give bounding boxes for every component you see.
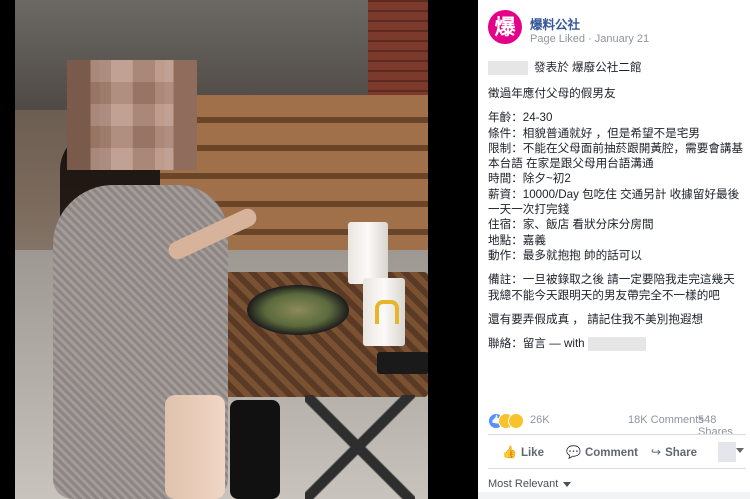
redacted-tag <box>587 337 646 352</box>
comment-button[interactable]: 💬 Comment <box>566 445 638 459</box>
comment-label: Comment <box>584 447 638 459</box>
like-label: Like <box>520 447 544 459</box>
divider <box>488 468 746 469</box>
comment-count[interactable]: 18K Comments <box>628 414 704 426</box>
post-meta: Page Liked · January 21 <box>530 33 649 45</box>
post-line-text: 備註：一旦被錄取之後 請一定要陪我走完這幾天 我總不能今天跟明天的男友帶完全不一… <box>488 273 735 302</box>
post-text: 發表於 爆廢公社二館 徵過年應付父母的假男友 年齡：24-30 條件：相貌普通就好 … <box>488 60 744 352</box>
photo-bowl <box>247 285 349 335</box>
post-header: 爆 爆料公社 Page Liked · January 21 <box>488 10 750 54</box>
post-line: 條件：相貌普通就好 ，但是希望不是宅男 <box>488 126 744 141</box>
photo-phone <box>377 352 428 374</box>
photo-backdrop <box>0 0 478 499</box>
reaction-icons[interactable] <box>488 413 528 429</box>
post-line: 地點：嘉義 <box>488 233 744 248</box>
post-line-text: 動作：最多就抱抱 帥的話可以 <box>488 248 642 262</box>
photo-cup-logo <box>363 278 405 346</box>
post-lines: 徵過年應付父母的假男友 年齡：24-30 條件：相貌普通就好 ，但是希望不是宅男 限制… <box>488 86 744 352</box>
sort-label: Most Relevant <box>488 478 559 490</box>
redacted-name <box>488 60 528 75</box>
comment-sort-dropdown[interactable]: Most Relevant <box>488 478 572 490</box>
post-line: 備註：一旦被錄取之後 請一定要陪我走完這幾天 我總不能今天跟明天的男友帶完全不一… <box>488 272 744 303</box>
photo-table-legs <box>305 395 415 499</box>
post-line: 時間：除夕~初2 <box>488 171 744 186</box>
photo-boot <box>230 400 280 499</box>
post-line: 薪資：10000/Day 包吃住 交通另計 收據留好最後一天一次打完錢 <box>488 187 744 218</box>
post-line-text: 薪資：10000/Day 包吃住 交通另計 收據留好最後一天一次打完錢 <box>488 187 740 217</box>
post-line: 年齡：24-30 <box>488 110 744 125</box>
post-line-text: 住宿：家、飯店 看狀分床分房間 <box>488 218 654 232</box>
comment-area-edge <box>478 492 750 499</box>
action-bar: 👍 Like 💬 Comment ↪ Share <box>488 440 746 466</box>
post-line: 住宿：家、飯店 看狀分床分房間 <box>488 217 744 232</box>
page-name-link[interactable]: 爆料公社 <box>530 14 580 33</box>
meta-separator: · <box>588 33 592 45</box>
post-line-text: 聯絡：留言 — with <box>488 337 585 351</box>
chevron-down-icon <box>563 481 572 487</box>
divider <box>488 434 746 435</box>
post-line: 徵過年應付父母的假男友 <box>488 86 744 101</box>
post-line: 聯絡：留言 — with <box>488 336 744 352</box>
post-date[interactable]: January 21 <box>595 33 649 45</box>
speech-bubble-icon: 💬 <box>566 445 581 459</box>
post-line-text: 時間：除夕~初2 <box>488 172 571 186</box>
post-panel: 爆 爆料公社 Page Liked · January 21 發表於 爆廢公社二館 … <box>478 0 750 499</box>
page-avatar[interactable]: 爆 <box>488 10 522 44</box>
reaction-bar: 26K 18K Comments 548 Shares <box>488 412 744 438</box>
posted-in-line: 發表於 爆廢公社二館 <box>488 60 744 80</box>
chevron-down-icon[interactable] <box>736 448 744 453</box>
face-mosaic <box>67 60 197 170</box>
post-line-text: 條件：相貌普通就好 ，但是希望不是宅男 <box>488 126 700 140</box>
page-liked-status[interactable]: Page Liked <box>530 33 585 45</box>
post-line: 動作：最多就抱抱 帥的話可以 <box>488 248 744 263</box>
posted-in-text[interactable]: 發表於 爆廢公社二館 <box>534 61 642 74</box>
post-line-text: 還有要弄假成真 ， 請記住我不美別抱遐想 <box>488 312 704 326</box>
thumbs-up-icon: 👍 <box>502 445 517 459</box>
post-line-text: 年齡：24-30 <box>488 111 553 125</box>
post-line: 還有要弄假成真 ， 請記住我不美別抱遐想 <box>488 312 744 327</box>
actor-avatar[interactable] <box>718 442 736 462</box>
post-line-text: 限制：不能在父母面前抽菸跟開黃腔，需要會講基本台語 在家是跟父母用台語溝通 <box>488 141 744 171</box>
post-line-text: 地點：嘉義 <box>488 233 546 247</box>
post-line-text: 徵過年應付父母的假男友 <box>488 87 616 100</box>
post-photo[interactable] <box>15 0 428 499</box>
share-button[interactable]: ↪ Share <box>651 445 697 459</box>
reaction-count[interactable]: 26K <box>530 414 550 426</box>
share-label: Share <box>665 447 698 459</box>
photo-cup <box>348 222 388 284</box>
wow-reaction-icon <box>508 413 524 429</box>
like-button[interactable]: 👍 Like <box>502 445 544 459</box>
share-arrow-icon: ↪ <box>651 445 662 459</box>
photo-legs <box>165 395 225 499</box>
post-line: 限制：不能在父母面前抽菸跟開黃腔，需要會講基本台語 在家是跟父母用台語溝通 <box>488 141 744 172</box>
